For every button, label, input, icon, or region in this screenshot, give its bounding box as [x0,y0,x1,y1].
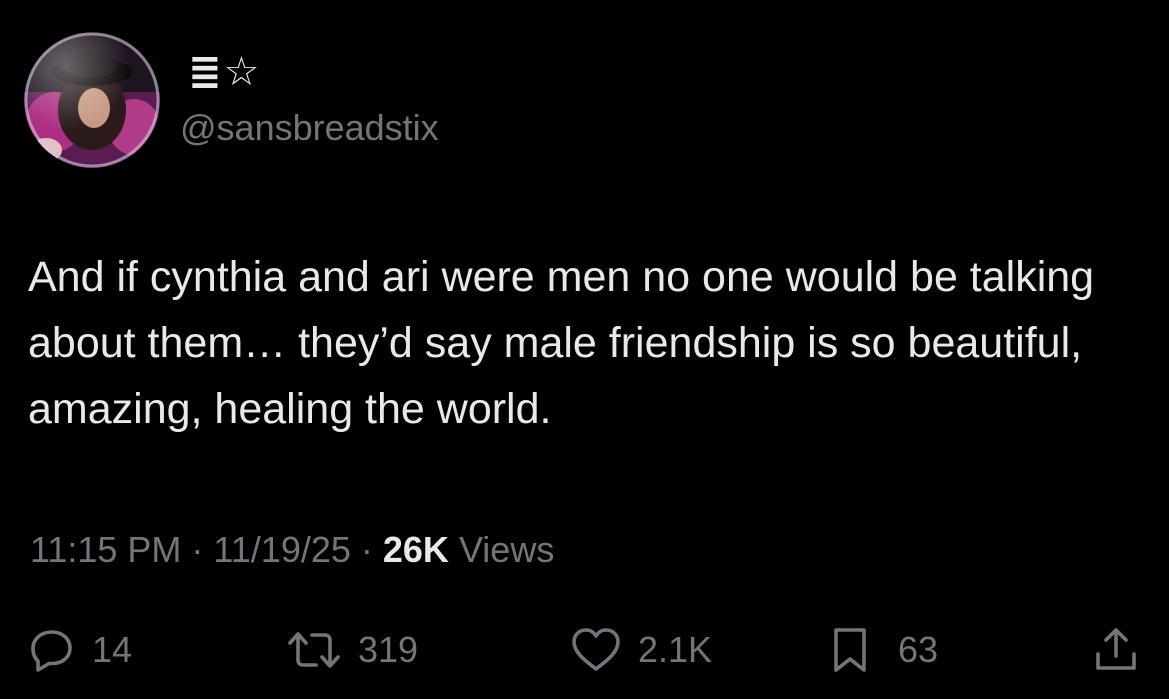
reply-button[interactable]: 14 [28,618,132,682]
repost-count: 319 [358,629,419,670]
user-handle[interactable]: @sansbreadstix [180,106,439,150]
views-count[interactable]: 26K [383,529,449,570]
tweet-time[interactable]: 11:15 PM [30,529,181,570]
reply-icon [28,626,76,674]
tweet-card: ≣☆ @sansbreadstix And if cynthia and ari… [0,0,1169,699]
share-icon [1092,626,1140,674]
like-button[interactable]: 2.1K [570,618,712,682]
views-label[interactable]: Views [449,529,554,570]
avatar-image [24,32,160,168]
tweet-text: And if cynthia and ari were men no one w… [28,253,1095,433]
repost-icon [286,626,342,674]
meta-separator: · [350,529,383,570]
like-icon [570,626,622,674]
bookmark-count: 63 [898,629,939,670]
reply-count: 14 [92,629,133,670]
repost-button[interactable]: 319 [286,618,418,682]
display-name[interactable]: ≣☆ [188,50,261,94]
bookmark-icon [830,626,870,674]
tweet-date[interactable]: 11/19/25 [213,529,350,570]
action-bar: 14 319 2.1K 63 [0,618,1169,682]
meta-separator: · [181,529,214,570]
tweet-meta: 11:15 PM · 11/19/25 · 26K Views [30,526,554,574]
avatar[interactable] [24,32,160,168]
like-count: 2.1K [638,629,713,670]
bookmark-button[interactable]: 63 [830,618,938,682]
share-button[interactable] [1092,618,1140,682]
